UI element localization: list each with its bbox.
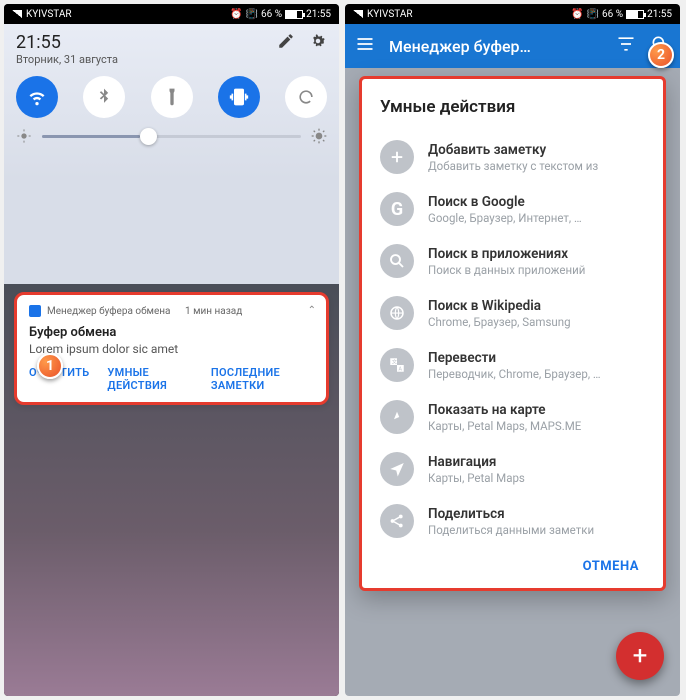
carrier: KYIVSTAR: [26, 9, 72, 20]
battery-icon: [626, 10, 644, 19]
qs-flashlight[interactable]: [151, 76, 193, 118]
svg-text:A: A: [399, 366, 403, 372]
phone-left: KYIVSTAR ⏰ 📳 66 % 21:55 21:55 Вторник, 3…: [4, 4, 339, 696]
clock: 21:55: [647, 9, 672, 20]
alarm-icon: ⏰: [571, 9, 583, 20]
smart-actions-dialog: Умные действия Добавить заметкуДобавить …: [359, 76, 666, 591]
app-bar: Менеджер буфер…: [345, 24, 680, 68]
filter-icon[interactable]: [616, 34, 636, 58]
action-show-map[interactable]: Показать на картеКарты, Petal Maps, MAPS…: [380, 391, 645, 443]
gear-icon[interactable]: [309, 32, 327, 54]
action-share[interactable]: ПоделитьсяПоделиться данными заметки: [380, 495, 645, 547]
app-title: Менеджер буфер…: [389, 37, 602, 56]
callout-badge-1: 1: [37, 353, 63, 379]
action-recent[interactable]: ПОСЛЕДНИЕ ЗАМЕТКИ: [211, 366, 314, 392]
app-icon: [29, 305, 41, 317]
chevron-up-icon[interactable]: ⌃: [308, 305, 316, 316]
clipboard-notification[interactable]: Менеджер буфера обмена 1 мин назад ⌃ Буф…: [14, 292, 329, 405]
alarm-icon: ⏰: [230, 9, 242, 20]
action-app-search[interactable]: Поиск в приложенияхПоиск в данных прилож…: [380, 235, 645, 287]
qs-wifi[interactable]: [16, 76, 58, 118]
battery-pct: 66 %: [261, 9, 282, 20]
shade-clock: 21:55: [16, 32, 118, 53]
globe-icon: [380, 296, 414, 330]
edit-icon[interactable]: [277, 32, 295, 54]
statusbar: KYIVSTAR ⏰ 📳 66 % 21:55: [345, 4, 680, 24]
search-icon: [380, 244, 414, 278]
action-translate[interactable]: 文A ПеревестиПереводчик, Chrome, Браузер,…: [380, 339, 645, 391]
action-navigation[interactable]: НавигацияКарты, Petal Maps: [380, 443, 645, 495]
dialog-title: Умные действия: [380, 97, 645, 117]
statusbar: KYIVSTAR ⏰ 📳 66 % 21:55: [4, 4, 339, 24]
carrier: KYIVSTAR: [367, 9, 413, 20]
battery-pct: 66 %: [602, 9, 623, 20]
action-add-note[interactable]: Добавить заметкуДобавить заметку с текст…: [380, 131, 645, 183]
plus-icon: [380, 140, 414, 174]
shade-date: Вторник, 31 августа: [16, 53, 118, 66]
compass-icon: [380, 400, 414, 434]
menu-icon[interactable]: [355, 34, 375, 58]
google-icon: G: [380, 192, 414, 226]
clock: 21:55: [306, 9, 331, 20]
cancel-button[interactable]: ОТМЕНА: [380, 547, 645, 578]
notif-time: 1 мин назад: [185, 306, 242, 317]
action-google-search[interactable]: G Поиск в GoogleGoogle, Браузер, Интерне…: [380, 183, 645, 235]
share-icon: [380, 504, 414, 538]
vibrate-icon: 📳: [587, 9, 599, 20]
notification-shade[interactable]: 21:55 Вторник, 31 августа: [4, 24, 339, 284]
action-wikipedia[interactable]: Поиск в WikipediaChrome, Браузер, Samsun…: [380, 287, 645, 339]
qs-bluetooth[interactable]: [83, 76, 125, 118]
vibrate-icon: 📳: [246, 9, 258, 20]
translate-icon: 文A: [380, 348, 414, 382]
callout-badge-2: 2: [648, 42, 674, 68]
qs-vibrate[interactable]: [218, 76, 260, 118]
phone-right: KYIVSTAR ⏰ 📳 66 % 21:55 Менеджер буфер… …: [345, 4, 680, 696]
action-smart[interactable]: УМНЫЕ ДЕЙСТВИЯ: [107, 366, 192, 392]
qs-rotate[interactable]: [285, 76, 327, 118]
battery-icon: [285, 10, 303, 19]
fab-add[interactable]: +: [616, 632, 664, 680]
notif-title: Буфер обмена: [29, 325, 314, 340]
notif-app: Менеджер буфера обмена: [47, 306, 170, 317]
brightness-slider[interactable]: [16, 128, 327, 144]
navigation-icon: [380, 452, 414, 486]
notif-body: Lorem ipsum dolor sic amet: [29, 342, 314, 356]
